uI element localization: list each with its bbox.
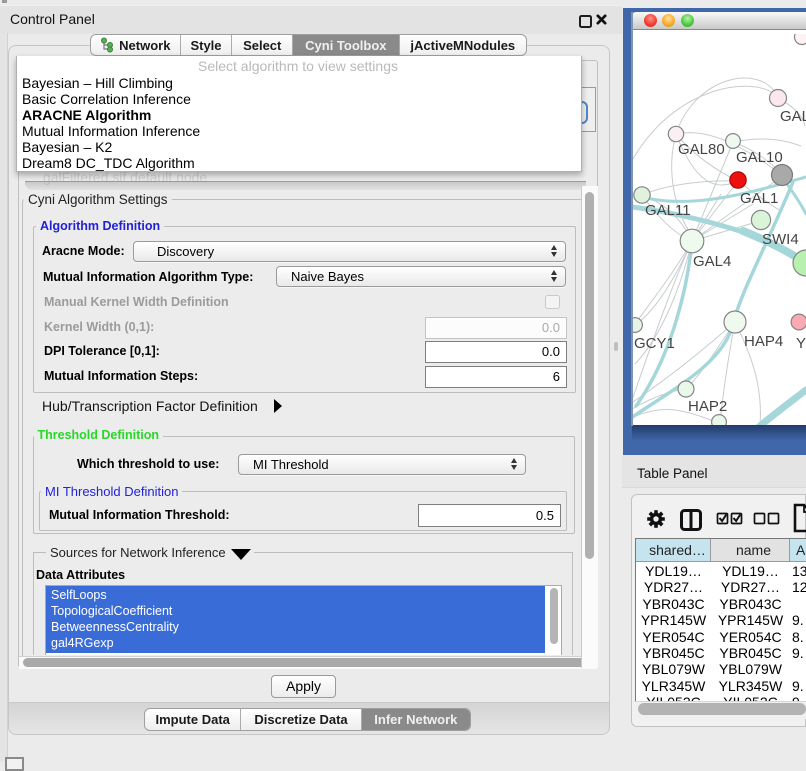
svg-text:GAL80: GAL80 xyxy=(678,141,725,158)
svg-text:SWI4: SWI4 xyxy=(762,231,799,248)
svg-text:Y: Y xyxy=(796,335,806,352)
svg-text:GAL4: GAL4 xyxy=(693,253,731,270)
svg-text:GAL: GAL xyxy=(780,108,806,125)
svg-text:GAL1: GAL1 xyxy=(740,190,778,207)
svg-text:GCY1: GCY1 xyxy=(634,335,675,352)
svg-text:HAP2: HAP2 xyxy=(688,398,727,415)
svg-text:GAL11: GAL11 xyxy=(645,202,691,219)
svg-text:HAP4: HAP4 xyxy=(744,333,783,350)
svg-text:GAL10: GAL10 xyxy=(736,149,783,166)
